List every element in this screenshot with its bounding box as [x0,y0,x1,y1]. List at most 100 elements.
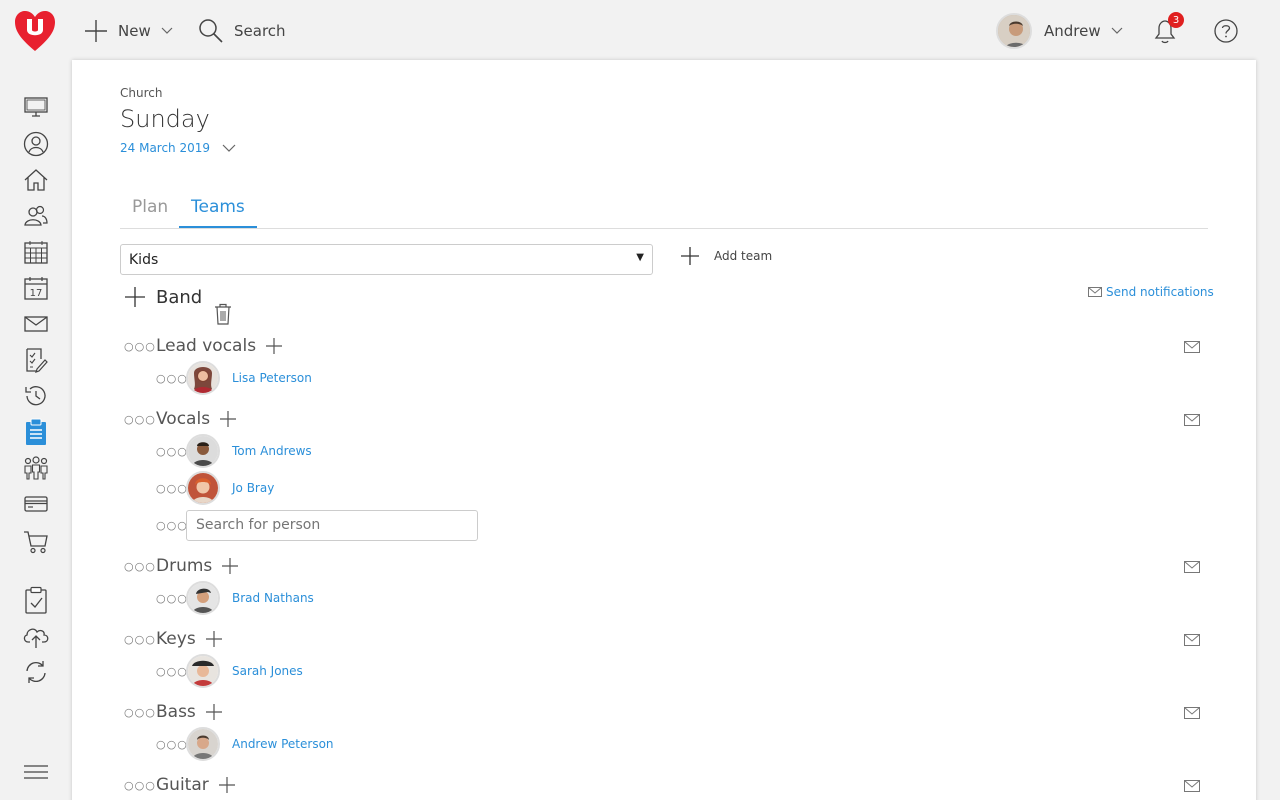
brand-logo-icon[interactable] [14,10,56,52]
card-icon[interactable] [22,490,50,518]
search-label: Search [234,22,286,40]
role-name: Bass [156,702,196,722]
cart-icon[interactable] [22,528,50,556]
role-row: ○○○ Lead vocals [124,333,283,359]
avatar [186,727,220,761]
calendar-17-icon[interactable]: 17 [22,274,50,302]
plus-icon[interactable] [124,286,146,308]
role-row: ○○○ Vocals [124,406,237,432]
clipboard-check-icon[interactable] [22,586,50,614]
sidebar: 17 [0,60,72,800]
chevron-down-icon [1111,27,1123,34]
dropdown-arrow-icon: ▼ [636,252,644,263]
more-options-icon[interactable]: ○○○ [124,560,156,573]
plus-icon [681,247,699,265]
more-options-icon[interactable]: ○○○ [156,482,187,495]
person-row: ○○○ Tom Andrews [156,434,312,468]
person-name[interactable]: Sarah Jones [232,664,303,678]
role-row: ○○○ Guitar [124,772,235,798]
more-options-icon[interactable]: ○○○ [124,633,156,646]
notifications-button[interactable]: 3 [1152,12,1184,46]
top-bar: New Search Andrew 3 [0,0,1280,60]
more-options-icon[interactable]: ○○○ [124,340,156,353]
more-options-icon[interactable]: ○○○ [124,413,156,426]
person-row: ○○○ Brad Nathans [156,581,314,615]
person-row: ○○○ Lisa Peterson [156,361,312,395]
history-icon[interactable] [22,382,50,410]
more-options-icon[interactable]: ○○○ [156,592,187,605]
clipboard-icon[interactable] [22,418,50,446]
team-select-value: Kids [129,252,159,268]
team-name: Band [156,286,203,308]
sync-icon[interactable] [22,658,50,686]
person-name[interactable]: Jo Bray [232,481,274,495]
add-team-button[interactable]: Add team [680,246,772,266]
more-options-icon[interactable]: ○○○ [156,372,187,385]
user-name: Andrew [1044,22,1101,40]
checklist-edit-icon[interactable] [22,346,50,374]
more-options-icon[interactable]: ○○○ [124,779,156,792]
mail-icon[interactable] [22,310,50,338]
search-icon [199,19,223,43]
team-select[interactable]: Kids ▼ [120,244,653,275]
svg-text:17: 17 [30,288,43,299]
person-name[interactable]: Andrew Peterson [232,737,334,751]
mail-icon[interactable] [1184,558,1200,577]
more-options-icon[interactable]: ○○○ [156,519,187,532]
tab-plan[interactable]: Plan [120,197,180,228]
role-name: Lead vocals [156,336,257,356]
calendar-grid-icon[interactable] [22,238,50,266]
menu-icon[interactable] [22,758,50,786]
new-label: New [118,22,151,40]
monitor-icon[interactable] [22,93,50,121]
person-name[interactable]: Tom Andrews [232,444,312,458]
notification-badge: 3 [1168,12,1184,28]
mail-icon[interactable] [1184,338,1200,357]
role-name: Drums [156,556,213,576]
mail-icon[interactable] [1184,704,1200,723]
home-icon[interactable] [22,166,50,194]
plus-icon[interactable] [222,558,239,574]
more-options-icon[interactable]: ○○○ [124,706,156,719]
person-name[interactable]: Lisa Peterson [232,371,312,385]
mail-icon[interactable] [1184,411,1200,430]
search-person-input[interactable] [186,509,478,541]
plus-icon[interactable] [205,631,222,647]
search-button[interactable]: Search [198,16,286,46]
more-options-icon[interactable]: ○○○ [156,738,187,751]
cloud-upload-icon[interactable] [22,622,50,650]
plus-icon[interactable] [205,704,222,720]
new-button[interactable]: New [84,16,173,46]
tab-teams[interactable]: Teams [179,197,257,228]
chevron-down-icon [222,144,236,152]
more-options-icon[interactable]: ○○○ [156,665,187,678]
mail-icon[interactable] [1184,631,1200,650]
send-notifications-label: Send notifications [1106,285,1214,299]
avatar [186,581,220,615]
avatar [186,471,220,505]
user-menu[interactable]: Andrew [996,13,1123,49]
date-selector[interactable]: 24 March 2019 [120,141,236,155]
help-icon [1214,19,1238,43]
mail-icon[interactable] [1184,777,1200,796]
trash-icon[interactable] [214,303,232,329]
person-name[interactable]: Brad Nathans [232,591,314,605]
role-name: Vocals [156,409,211,429]
help-button[interactable] [1213,16,1239,46]
role-row: ○○○ Bass [124,699,222,725]
breadcrumb[interactable]: Church [120,86,162,100]
person-row: ○○○ Andrew Peterson [156,727,334,761]
send-notifications-link[interactable]: Send notifications [1088,285,1214,299]
plus-icon[interactable] [266,338,283,354]
plus-icon[interactable] [220,411,237,427]
person-icon[interactable] [22,130,50,158]
more-options-icon[interactable]: ○○○ [156,445,187,458]
people-icon[interactable] [22,202,50,230]
add-team-label: Add team [714,249,773,263]
role-name: Guitar [156,775,209,795]
mail-icon [1088,287,1102,297]
plus-icon[interactable] [218,777,235,793]
group-icon[interactable] [22,454,50,482]
person-row: ○○○ Jo Bray [156,471,274,505]
chevron-down-icon [161,27,173,34]
